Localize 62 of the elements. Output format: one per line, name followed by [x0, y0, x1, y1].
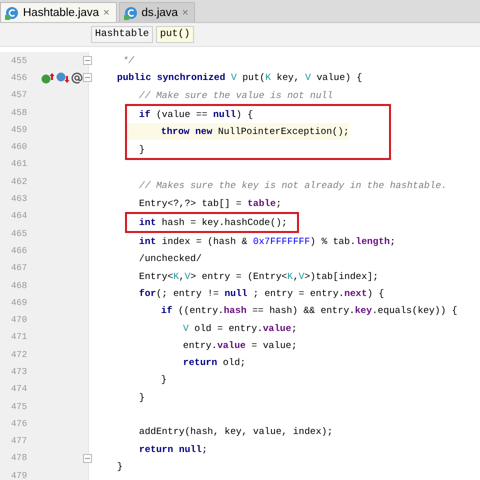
line-number: 457 — [10, 90, 28, 100]
code-line: Entry<?,?> tab[] = table; — [139, 198, 282, 209]
line-number: 479 — [10, 470, 28, 480]
line-number: 472 — [10, 350, 28, 360]
line-number: 467 — [10, 263, 28, 274]
line-number: 475 — [10, 402, 28, 412]
code-line: entry.value = value; — [183, 340, 298, 351]
line-number: 478 — [10, 453, 28, 464]
line-number: 471 — [10, 332, 28, 342]
code-line: return null; — [139, 444, 208, 455]
close-icon[interactable]: × — [103, 6, 110, 18]
code-line: if (value == null) { — [139, 109, 254, 120]
fold-icon[interactable] — [83, 454, 92, 463]
line-number: 474 — [10, 384, 28, 394]
breadcrumb[interactable]: put() — [156, 26, 194, 43]
line-number: 460 — [10, 142, 28, 152]
at-sign-icon[interactable] — [71, 72, 83, 84]
line-number: 464 — [10, 211, 28, 222]
line-number: 466 — [10, 246, 28, 256]
code-line: } — [117, 460, 123, 472]
code-line: */ — [122, 55, 134, 66]
line-number: 465 — [10, 228, 28, 239]
line-number: 455 — [10, 56, 28, 66]
line-number: 458 — [10, 108, 28, 118]
code-line: // Make sure the value is not null — [139, 90, 333, 101]
code-line: } — [139, 144, 145, 155]
fold-icon[interactable] — [83, 73, 92, 82]
class-file-icon — [5, 6, 19, 20]
line-number: 476 — [10, 418, 28, 429]
code-line: if ((entry.hash == hash) && entry.key.equals(key)) { — [161, 305, 458, 316]
line-number: 470 — [10, 315, 28, 326]
code-line: throw new NullPointerException(); — [161, 126, 350, 138]
file-tab[interactable]: ds.java × — [118, 2, 196, 22]
line-number: 469 — [10, 298, 28, 308]
tab-label: ds.java — [142, 6, 178, 18]
line-number: 468 — [10, 280, 28, 290]
class-file-icon — [124, 6, 138, 20]
overridden-icon[interactable] — [56, 72, 70, 84]
line-number: 461 — [10, 159, 28, 170]
code-line: int hash = key.hashCode(); — [139, 216, 288, 228]
code-line: } — [161, 374, 167, 386]
code-line: public synchronized V put(K key, V value) { — [117, 72, 362, 84]
code-line: /unchecked/ — [139, 253, 202, 264]
code-line: V old = entry.value; — [183, 322, 298, 334]
code-line: addEntry(hash, key, value, index); — [139, 426, 333, 438]
line-number: 477 — [10, 436, 28, 446]
code-line: } — [139, 392, 145, 403]
line-number: 456 — [10, 72, 28, 83]
breadcrumb[interactable]: Hashtable — [91, 26, 154, 43]
line-number: 473 — [10, 366, 28, 377]
file-tab[interactable]: Hashtable.java × — [0, 2, 117, 22]
line-number: 459 — [10, 124, 28, 135]
code-line: for(; entry != null ; entry = entry.next) { — [139, 288, 384, 299]
line-number: 462 — [10, 176, 28, 187]
code-line: int index = (hash & 0x7FFFFFFF) % tab.length; — [139, 236, 396, 248]
line-number: 463 — [10, 194, 28, 204]
code-line: return old; — [183, 357, 246, 368]
tab-label: Hashtable.java — [23, 6, 100, 18]
fold-icon[interactable] — [83, 56, 92, 66]
code-line: // Makes sure the key is not already in the hashtable. — [139, 180, 447, 192]
implements-icon[interactable] — [41, 72, 55, 84]
code-line: Entry<K,V> entry = (Entry<K,V>)tab[index]; — [139, 270, 378, 282]
